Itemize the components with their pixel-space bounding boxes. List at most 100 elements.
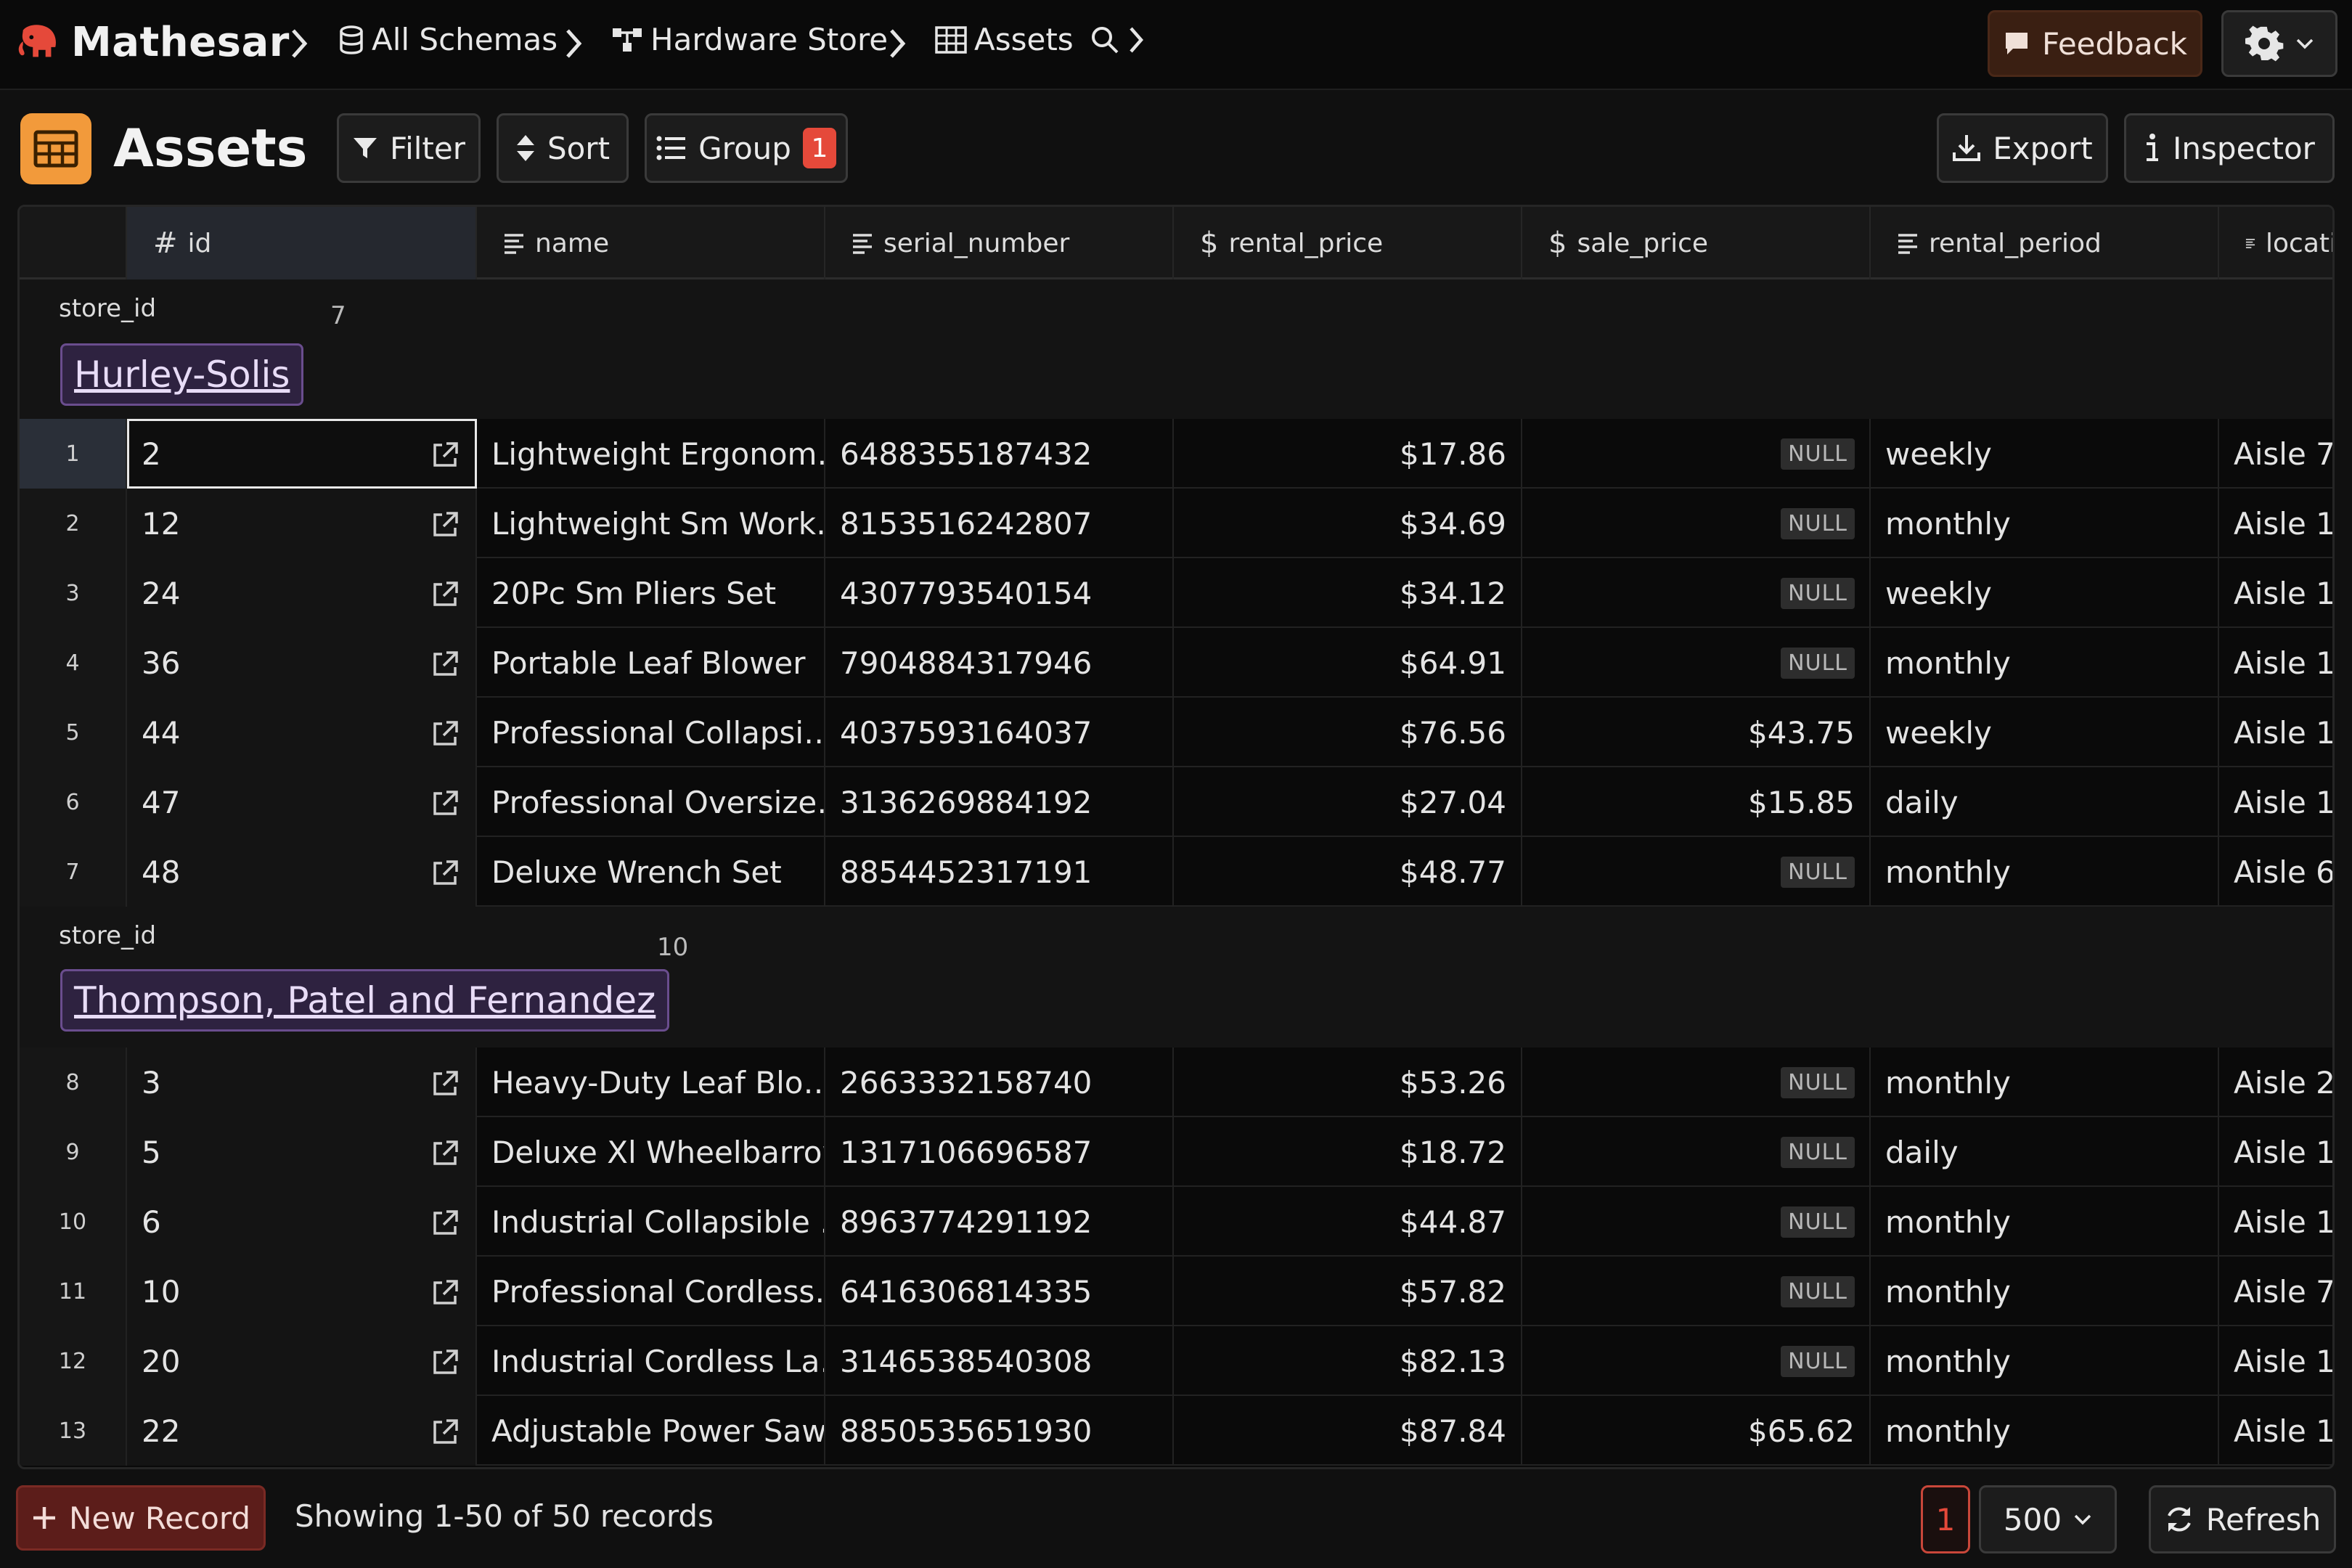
cell-name[interactable]: 20Pc Sm Pliers Set xyxy=(477,558,825,628)
cell-id[interactable]: 20 xyxy=(127,1326,477,1396)
cell-id[interactable]: 36 xyxy=(127,628,477,698)
cell-serial-number[interactable]: 1317106696587 xyxy=(825,1117,1174,1187)
row-number[interactable]: 9 xyxy=(20,1117,127,1187)
open-record-icon[interactable] xyxy=(430,441,460,477)
cell-name[interactable]: Adjustable Power Saw xyxy=(477,1396,825,1466)
cell-name[interactable]: Lightweight Ergonom… xyxy=(477,419,825,489)
cell-rental-period[interactable]: weekly xyxy=(1871,558,2219,628)
cell-sale-price[interactable]: NULL xyxy=(1522,837,1871,907)
table-row[interactable]: 2 12 Lightweight Sm Work… 8153516242807 $34.… xyxy=(20,489,2332,558)
cell-location[interactable]: Aisle 11 xyxy=(2219,628,2332,698)
cell-rental-period[interactable]: monthly xyxy=(1871,1326,2219,1396)
column-header-name[interactable]: name xyxy=(477,207,825,279)
cell-id[interactable]: 2 xyxy=(127,419,477,489)
cell-id[interactable]: 3 xyxy=(127,1048,477,1117)
sort-button[interactable]: Sort xyxy=(497,113,629,183)
open-record-icon[interactable] xyxy=(430,1278,460,1315)
search-icon[interactable] xyxy=(1090,25,1120,55)
open-record-icon[interactable] xyxy=(430,1348,460,1384)
cell-location[interactable]: Aisle 10 xyxy=(2219,558,2332,628)
cell-serial-number[interactable]: 8850535651930 xyxy=(825,1396,1174,1466)
column-header-rental-price[interactable]: $ rental_price xyxy=(1174,207,1522,279)
table-row[interactable]: 1 2 Lightweight Ergonom… 6488355187432 $17.8… xyxy=(20,419,2332,489)
table-row[interactable]: 7 48 Deluxe Wrench Set 8854452317191 $48.77 N… xyxy=(20,837,2332,907)
cell-id[interactable]: 47 xyxy=(127,767,477,837)
cell-sale-price[interactable]: NULL xyxy=(1522,1048,1871,1117)
cell-sale-price[interactable]: NULL xyxy=(1522,489,1871,558)
cell-id[interactable]: 44 xyxy=(127,698,477,767)
settings-menu-button[interactable] xyxy=(2221,10,2337,77)
column-header-sale-price[interactable]: $ sale_price xyxy=(1522,207,1871,279)
cell-id[interactable]: 12 xyxy=(127,489,477,558)
cell-name[interactable]: Industrial Cordless La… xyxy=(477,1326,825,1396)
cell-rental-period[interactable]: monthly xyxy=(1871,1187,2219,1257)
cell-serial-number[interactable]: 6416306814335 xyxy=(825,1257,1174,1326)
row-number[interactable]: 2 xyxy=(20,489,127,558)
cell-name[interactable]: Professional Collapsi… xyxy=(477,698,825,767)
cell-rental-period[interactable]: daily xyxy=(1871,767,2219,837)
column-header-rental-period[interactable]: rental_period xyxy=(1871,207,2219,279)
open-record-icon[interactable] xyxy=(430,1418,460,1454)
cell-id[interactable]: 10 xyxy=(127,1257,477,1326)
feedback-button[interactable]: Feedback xyxy=(1988,10,2202,77)
table-row[interactable]: 4 36 Portable Leaf Blower 7904884317946 $64.… xyxy=(20,628,2332,698)
table-row[interactable]: 9 5 Deluxe Xl Wheelbarrow 1317106696587 $18.… xyxy=(20,1117,2332,1187)
cell-rental-price[interactable]: $87.84 xyxy=(1174,1396,1522,1466)
cell-name[interactable]: Deluxe Xl Wheelbarrow xyxy=(477,1117,825,1187)
open-record-icon[interactable] xyxy=(430,510,460,547)
cell-id[interactable]: 22 xyxy=(127,1396,477,1466)
cell-name[interactable]: Industrial Collapsible … xyxy=(477,1187,825,1257)
breadcrumb-schemas[interactable]: All Schemas xyxy=(338,22,558,57)
cell-location[interactable]: Aisle 13 xyxy=(2219,1396,2332,1466)
cell-name[interactable]: Heavy-Duty Leaf Blo… xyxy=(477,1048,825,1117)
cell-rental-period[interactable]: weekly xyxy=(1871,419,2219,489)
cell-location[interactable]: Aisle 2 - xyxy=(2219,1048,2332,1117)
row-number[interactable]: 1 xyxy=(20,419,127,489)
cell-rental-period[interactable]: monthly xyxy=(1871,1396,2219,1466)
open-record-icon[interactable] xyxy=(430,1139,460,1175)
cell-sale-price[interactable]: NULL xyxy=(1522,1117,1871,1187)
row-number[interactable]: 10 xyxy=(20,1187,127,1257)
cell-id[interactable]: 6 xyxy=(127,1187,477,1257)
cell-location[interactable]: Aisle 13 xyxy=(2219,767,2332,837)
cell-location[interactable]: Aisle 7 - xyxy=(2219,1257,2332,1326)
cell-rental-price[interactable]: $48.77 xyxy=(1174,837,1522,907)
cell-name[interactable]: Deluxe Wrench Set xyxy=(477,837,825,907)
cell-serial-number[interactable]: 3136269884192 xyxy=(825,767,1174,837)
open-record-icon[interactable] xyxy=(430,719,460,756)
table-row[interactable]: 3 24 20Pc Sm Pliers Set 4307793540154 $34.12… xyxy=(20,558,2332,628)
cell-rental-price[interactable]: $27.04 xyxy=(1174,767,1522,837)
export-button[interactable]: Export xyxy=(1937,113,2108,183)
cell-sale-price[interactable]: NULL xyxy=(1522,1257,1871,1326)
row-number[interactable]: 5 xyxy=(20,698,127,767)
table-row[interactable]: 6 47 Professional Oversize… 3136269884192 $2… xyxy=(20,767,2332,837)
table-row[interactable]: 13 22 Adjustable Power Saw 8850535651930 $87… xyxy=(20,1396,2332,1466)
cell-rental-period[interactable]: monthly xyxy=(1871,628,2219,698)
table-row[interactable]: 5 44 Professional Collapsi… 4037593164037 $7… xyxy=(20,698,2332,767)
table-row[interactable]: 8 3 Heavy-Duty Leaf Blo… 2663332158740 $53.2… xyxy=(20,1048,2332,1117)
cell-location[interactable]: Aisle 10 xyxy=(2219,489,2332,558)
cell-serial-number[interactable]: 4037593164037 xyxy=(825,698,1174,767)
inspector-button[interactable]: Inspector xyxy=(2124,113,2335,183)
cell-rental-price[interactable]: $34.12 xyxy=(1174,558,1522,628)
cell-sale-price[interactable]: NULL xyxy=(1522,628,1871,698)
cell-serial-number[interactable]: 3146538540308 xyxy=(825,1326,1174,1396)
group-record-link[interactable]: Hurley-Solis xyxy=(60,343,304,406)
row-number[interactable]: 6 xyxy=(20,767,127,837)
table-row[interactable]: 11 10 Professional Cordless… 6416306814335 $… xyxy=(20,1257,2332,1326)
group-record-link[interactable]: Thompson, Patel and Fernandez xyxy=(60,969,670,1032)
open-record-icon[interactable] xyxy=(430,859,460,895)
cell-rental-price[interactable]: $53.26 xyxy=(1174,1048,1522,1117)
row-number[interactable]: 8 xyxy=(20,1048,127,1117)
cell-rental-price[interactable]: $44.87 xyxy=(1174,1187,1522,1257)
brand[interactable]: Mathesar xyxy=(16,19,290,66)
cell-sale-price[interactable]: NULL xyxy=(1522,419,1871,489)
open-record-icon[interactable] xyxy=(430,580,460,616)
new-record-button[interactable]: New Record xyxy=(16,1485,266,1551)
cell-sale-price[interactable]: NULL xyxy=(1522,558,1871,628)
row-number[interactable]: 11 xyxy=(20,1257,127,1326)
cell-sale-price[interactable]: $43.75 xyxy=(1522,698,1871,767)
cell-rental-period[interactable]: monthly xyxy=(1871,837,2219,907)
open-record-icon[interactable] xyxy=(430,650,460,686)
filter-button[interactable]: Filter xyxy=(337,113,481,183)
